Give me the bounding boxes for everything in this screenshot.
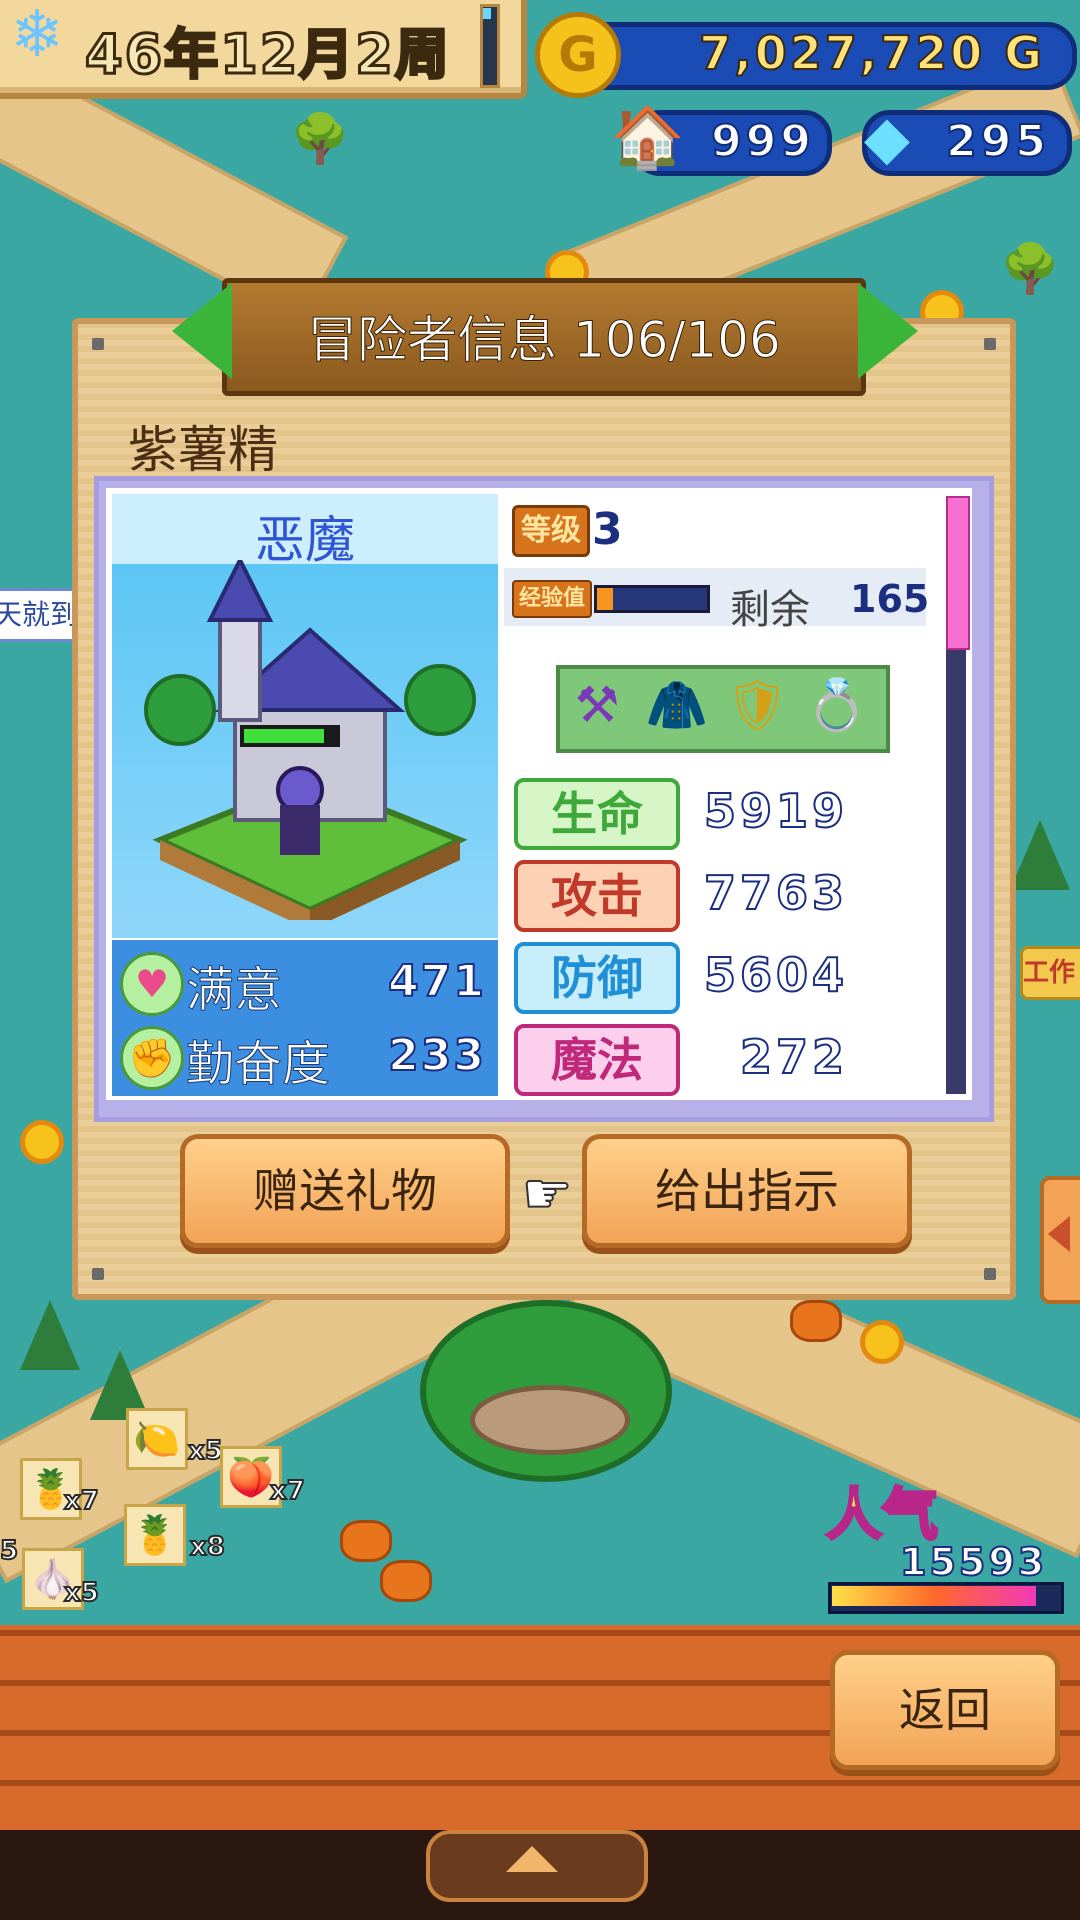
popularity-label: 人气 bbox=[825, 1482, 940, 1550]
fist-icon: ✊ bbox=[120, 1026, 184, 1090]
pumpkin-icon bbox=[380, 1560, 432, 1602]
item-slot[interactable]: 🍋 bbox=[126, 1408, 188, 1470]
exp-remaining-value: 165 bbox=[850, 577, 930, 621]
chevron-up-icon[interactable] bbox=[506, 1846, 558, 1872]
pumpkin-icon bbox=[790, 1300, 842, 1342]
stat-value-defense: 5604 bbox=[703, 947, 848, 1003]
back-button[interactable]: 返回 bbox=[830, 1650, 1060, 1770]
gold-amount: 7,027,720 G bbox=[698, 25, 1045, 81]
ring-icon[interactable]: 💍 bbox=[800, 668, 874, 742]
item-count: x5 bbox=[187, 1435, 224, 1467]
info-scroll-thumb[interactable] bbox=[946, 496, 970, 650]
work-label[interactable]: 工作 bbox=[1020, 946, 1080, 1000]
speech-bubble: 天就到 bbox=[0, 588, 82, 642]
satisfaction-value: 471 bbox=[387, 955, 486, 1008]
bare-tree-icon: 🌳 bbox=[1000, 241, 1060, 297]
stat-value-magic: 272 bbox=[739, 1029, 848, 1085]
item-slot[interactable]: 🍍 bbox=[124, 1504, 186, 1566]
next-adventurer-button[interactable] bbox=[858, 283, 918, 379]
pine-tree bbox=[20, 1300, 80, 1370]
bare-tree-icon: 🌳 bbox=[290, 111, 350, 167]
crystal-count: 295 bbox=[945, 115, 1050, 168]
gift-button[interactable]: 赠送礼物 bbox=[180, 1134, 510, 1248]
chevron-left-icon[interactable] bbox=[1048, 1216, 1070, 1252]
crystal-icon: ◆ bbox=[863, 103, 911, 173]
item-count: x8 bbox=[189, 1531, 226, 1563]
church-building-art bbox=[144, 560, 476, 920]
house-icon: 🏠 bbox=[610, 103, 685, 173]
diligence-label: 勤奋度 bbox=[185, 1036, 331, 1093]
item-count: x5 bbox=[63, 1577, 100, 1609]
cloak-icon[interactable]: 🧥 bbox=[640, 668, 714, 742]
house-count: 999 bbox=[710, 115, 815, 168]
stat-value-hp: 5919 bbox=[703, 783, 848, 839]
exp-label: 经验值 bbox=[512, 580, 592, 618]
pointing-hand-icon: ☛ bbox=[521, 1161, 573, 1228]
satisfaction-label: 满意 bbox=[185, 962, 283, 1019]
give-instruction-button[interactable]: 给出指示 bbox=[582, 1134, 912, 1248]
stat-label-magic: 魔法 bbox=[514, 1024, 680, 1096]
item-count: x7 bbox=[63, 1485, 100, 1517]
prev-adventurer-button[interactable] bbox=[172, 283, 232, 379]
shield-icon[interactable]: 🛡 bbox=[720, 668, 794, 742]
item-count: x7 bbox=[269, 1475, 306, 1507]
popularity-value: 15593 bbox=[899, 1539, 1048, 1585]
pumpkin-icon bbox=[340, 1520, 392, 1562]
axe-icon[interactable]: ⚒ bbox=[560, 668, 634, 742]
level-value: 3 bbox=[592, 504, 623, 555]
popularity-bar-fill bbox=[832, 1586, 1036, 1606]
exp-progress-fill bbox=[597, 588, 613, 610]
side-item-count: 5 bbox=[0, 1535, 19, 1567]
sunflower-icon bbox=[20, 1120, 64, 1164]
fountain[interactable] bbox=[470, 1385, 630, 1455]
rivet bbox=[92, 338, 104, 350]
stat-label-defense: 防御 bbox=[514, 942, 680, 1014]
game-date: 46年12月2周 bbox=[84, 22, 451, 88]
diligence-value: 233 bbox=[387, 1029, 486, 1082]
stat-label-attack: 攻击 bbox=[514, 860, 680, 932]
pine-tree bbox=[1010, 820, 1070, 890]
heart-icon: ♥ bbox=[120, 952, 184, 1016]
exp-remaining-label: 剩余 bbox=[730, 587, 810, 633]
week-progress-fill bbox=[483, 8, 491, 19]
adventurer-name: 紫薯精 bbox=[128, 421, 278, 479]
stat-value-attack: 7763 bbox=[703, 865, 848, 921]
gold-coin-icon: G bbox=[535, 12, 621, 98]
stat-label-hp: 生命 bbox=[514, 778, 680, 850]
rivet bbox=[984, 338, 996, 350]
rivet bbox=[92, 1268, 104, 1280]
dialog-title: 冒险者信息 106/106 bbox=[307, 311, 782, 370]
snowflake-icon: ❄ bbox=[10, 0, 64, 72]
level-label: 等级 bbox=[512, 505, 590, 557]
rivet bbox=[984, 1268, 996, 1280]
sunflower-icon bbox=[860, 1320, 904, 1364]
